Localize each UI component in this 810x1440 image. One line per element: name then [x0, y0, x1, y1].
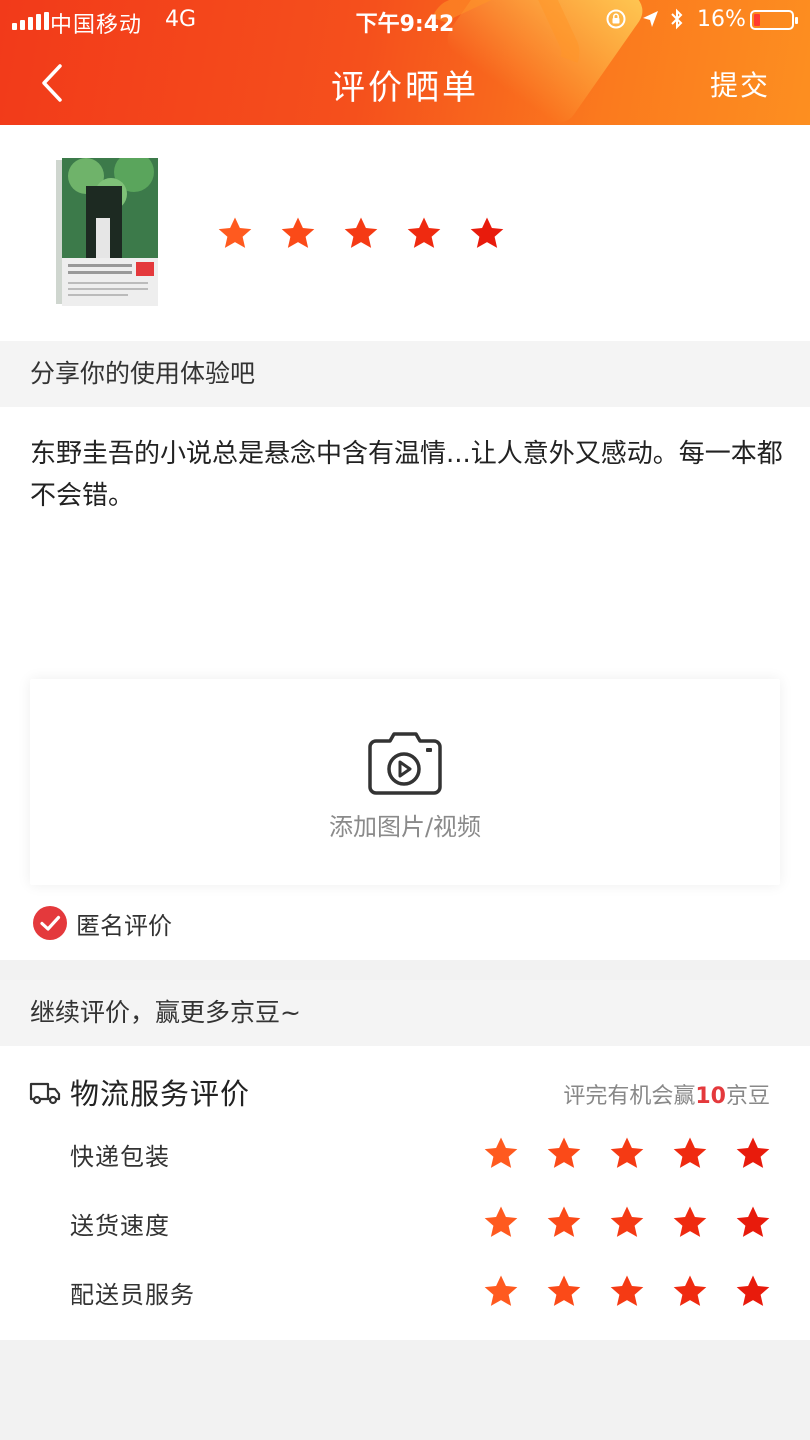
star-icon[interactable]	[671, 1135, 709, 1173]
checkmark-icon[interactable]	[32, 905, 68, 941]
product-rating-section	[0, 125, 810, 341]
bluetooth-icon	[671, 8, 683, 30]
star-icon[interactable]	[482, 1135, 520, 1173]
star-icon[interactable]	[545, 1204, 583, 1242]
star-icon[interactable]	[468, 215, 506, 253]
rating-label: 配送员服务	[70, 1281, 195, 1309]
star-icon[interactable]	[734, 1135, 772, 1173]
star-icon[interactable]	[608, 1135, 646, 1173]
add-media-label: 添加图片/视频	[328, 813, 482, 841]
battery-icon	[750, 10, 798, 30]
reward-hint-prefix: 评完有机会赢	[563, 1084, 696, 1109]
logistics-rating-section: 物流服务评价 评完有机会赢10京豆 快递包装 送货速度 配送员服务	[0, 1046, 810, 1340]
reward-hint-number: 10	[695, 1084, 726, 1109]
star-icon[interactable]	[671, 1273, 709, 1311]
submit-button[interactable]: 提交	[690, 64, 790, 104]
rating-label: 快递包装	[70, 1143, 170, 1171]
star-icon[interactable]	[482, 1273, 520, 1311]
rating-stars	[482, 1135, 772, 1173]
star-icon[interactable]	[405, 215, 443, 253]
star-icon[interactable]	[734, 1273, 772, 1311]
header-bar: 中国移动 4G 下午9:42 16% 评价晒单 提交	[0, 0, 810, 125]
status-bar: 中国移动 4G 下午9:42 16%	[0, 0, 810, 44]
add-media-button[interactable]: 添加图片/视频	[30, 679, 780, 885]
star-icon[interactable]	[216, 215, 254, 253]
reward-hint-suffix: 京豆	[725, 1084, 770, 1109]
page-title: 评价晒单	[331, 68, 479, 108]
star-icon[interactable]	[482, 1204, 520, 1242]
star-icon[interactable]	[734, 1204, 772, 1242]
rating-stars	[482, 1204, 772, 1242]
truck-icon	[29, 1082, 61, 1105]
star-icon[interactable]	[608, 1204, 646, 1242]
rating-stars	[482, 1273, 772, 1311]
anonymous-label: 匿名评价	[76, 911, 172, 940]
reward-hint: 评完有机会赢10京豆	[563, 1078, 770, 1110]
star-icon[interactable]	[545, 1135, 583, 1173]
status-time: 下午9:42	[355, 12, 455, 37]
anonymous-toggle[interactable]: 匿名评价	[32, 904, 172, 942]
battery-percent: 16%	[697, 7, 746, 32]
star-icon[interactable]	[671, 1204, 709, 1242]
rotation-lock-icon	[606, 9, 626, 29]
rating-row-speed: 送货速度	[0, 1204, 810, 1244]
star-icon[interactable]	[545, 1273, 583, 1311]
review-textarea[interactable]: 东野圭吾的小说总是悬念中含有温情...让人意外又感动。每一本都不会错。	[30, 433, 790, 517]
star-icon[interactable]	[279, 215, 317, 253]
product-rating-stars	[216, 215, 506, 253]
location-icon	[643, 11, 658, 27]
more-rating-title: 继续评价，赢更多京豆~	[0, 980, 810, 1046]
logistics-title: 物流服务评价	[70, 1077, 251, 1111]
star-icon[interactable]	[342, 215, 380, 253]
product-image[interactable]	[56, 158, 158, 306]
rating-row-packaging: 快递包装	[0, 1135, 810, 1175]
rating-row-courier: 配送员服务	[0, 1273, 810, 1313]
review-section: 东野圭吾的小说总是悬念中含有温情...让人意外又感动。每一本都不会错。 添加图片…	[0, 407, 810, 960]
rating-label: 送货速度	[70, 1212, 170, 1240]
page-bottom	[0, 1340, 810, 1440]
camera-video-icon	[368, 732, 442, 795]
star-icon[interactable]	[608, 1273, 646, 1311]
share-section-title: 分享你的使用体验吧	[0, 341, 810, 407]
